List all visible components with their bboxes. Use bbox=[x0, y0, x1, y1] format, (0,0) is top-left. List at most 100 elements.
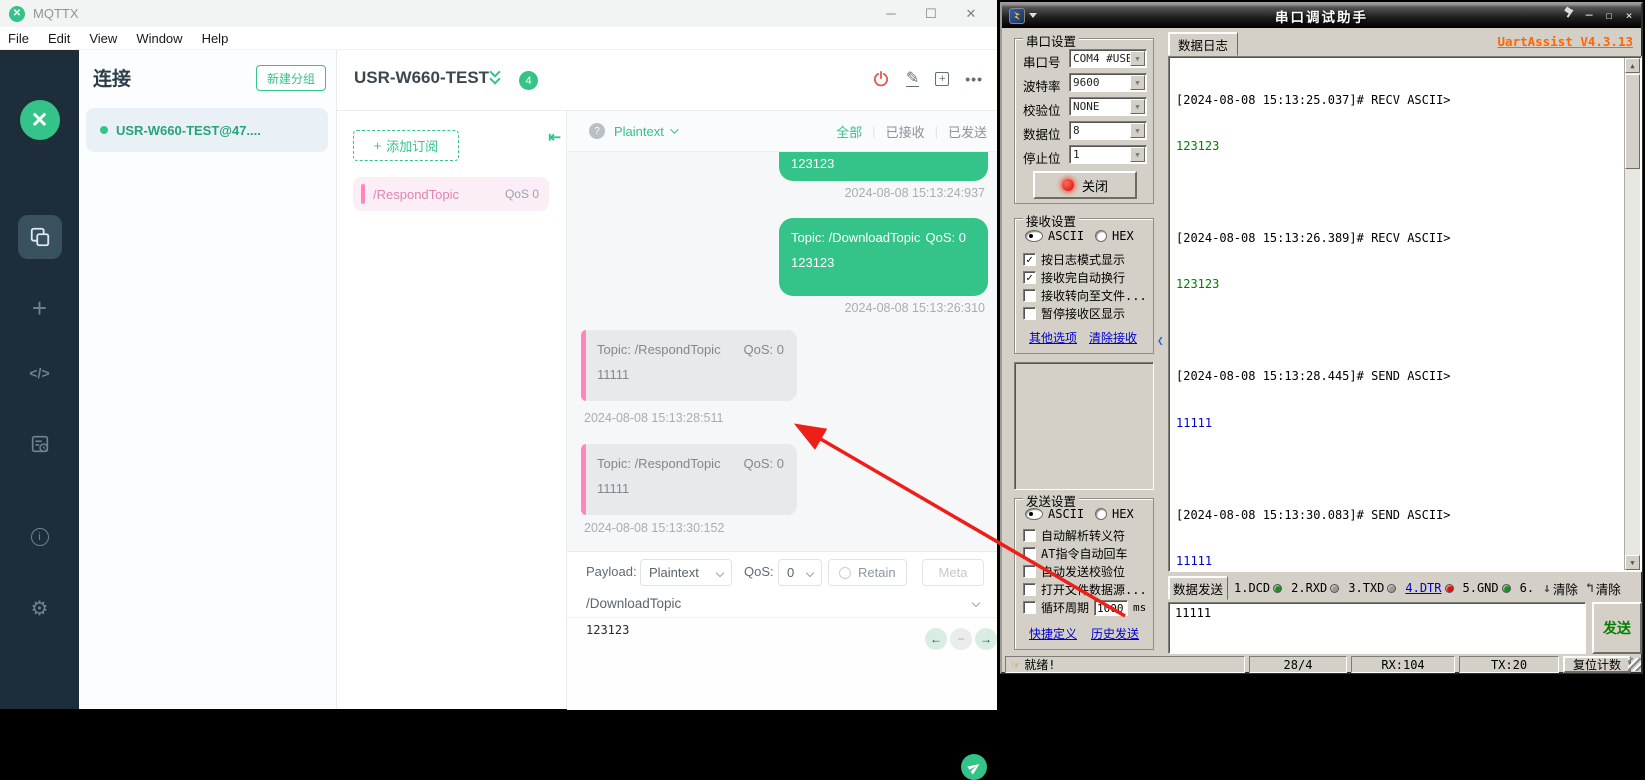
new-window-icon[interactable]: + bbox=[935, 72, 949, 86]
sidebar-item-connections[interactable] bbox=[18, 215, 62, 259]
checkbox-loop-period[interactable]: 循环周期 1000 ms bbox=[1023, 599, 1146, 616]
maximize-button[interactable]: ☐ bbox=[1601, 7, 1617, 23]
sysmenu-caret-icon[interactable] bbox=[1029, 13, 1037, 18]
filter-tab-all[interactable]: 全部 bbox=[836, 122, 862, 141]
uartassist-version-link[interactable]: UartAssist V4.3.13 bbox=[1498, 34, 1633, 49]
new-group-button[interactable]: 新建分组 bbox=[256, 65, 326, 91]
menu-edit[interactable]: Edit bbox=[46, 31, 72, 46]
minimize-button[interactable]: ─ bbox=[1581, 7, 1597, 23]
add-subscription-button[interactable]: + 添加订阅 bbox=[353, 130, 459, 161]
other-options-link[interactable]: 其他选项 bbox=[1029, 329, 1077, 346]
history-send-link[interactable]: 历史发送 bbox=[1091, 625, 1139, 642]
sidebar-item-log[interactable] bbox=[29, 433, 51, 460]
checkbox-parse-escape[interactable]: 自动解析转义符 bbox=[1023, 527, 1125, 544]
history-forward-icon[interactable]: → bbox=[975, 628, 997, 650]
baud-combo[interactable]: 9600▼ bbox=[1069, 73, 1147, 92]
more-options-icon[interactable]: ••• bbox=[965, 71, 983, 87]
filter-tab-received[interactable]: 已接收 bbox=[886, 122, 925, 141]
log-scrollbar[interactable]: ▲ ▼ bbox=[1624, 58, 1640, 570]
port-combo[interactable]: COM4 #USB▼ bbox=[1069, 49, 1147, 68]
chevron-down-icon[interactable] bbox=[972, 599, 980, 607]
send-ascii-radio[interactable]: ASCII bbox=[1025, 507, 1084, 521]
history-back-icon[interactable]: ← bbox=[925, 628, 947, 650]
help-question-icon[interactable]: ? bbox=[589, 123, 605, 139]
dropdown-arrow-icon[interactable]: ▼ bbox=[1130, 75, 1145, 90]
sent-message-bubble[interactable]: Topic: /DownloadTopic QoS: 0 123123 bbox=[779, 218, 988, 296]
send-message-button[interactable] bbox=[961, 754, 987, 780]
loop-period-input[interactable]: 1000 bbox=[1094, 600, 1128, 616]
data-log-area[interactable]: [2024-08-08 15:13:25.037]# RECV ASCII> 1… bbox=[1168, 56, 1642, 572]
menu-window[interactable]: Window bbox=[134, 31, 184, 46]
shortcut-define-link[interactable]: 快捷定义 bbox=[1029, 625, 1077, 642]
parity-combo[interactable]: NONE▼ bbox=[1069, 97, 1147, 116]
clear-receive-link[interactable]: 清除接收 bbox=[1089, 329, 1137, 346]
settings-gear-icon[interactable]: ⚙ bbox=[31, 596, 49, 621]
close-button[interactable]: ✕ bbox=[951, 0, 991, 27]
collapse-panel-arrow-icon[interactable]: ❮ bbox=[1157, 330, 1165, 352]
topic-color-bar bbox=[361, 184, 365, 204]
retain-toggle[interactable]: Retain bbox=[828, 559, 907, 586]
checkbox-redirect-file[interactable]: 接收转向至文件... bbox=[1023, 287, 1147, 304]
payload-type-select[interactable]: Plaintext bbox=[640, 559, 732, 586]
recv-ascii-radio[interactable]: ASCII bbox=[1025, 229, 1084, 243]
pin-on-top-icon[interactable] bbox=[1563, 8, 1577, 22]
paper-plane-icon bbox=[965, 758, 983, 776]
publish-topic-input[interactable]: /DownloadTopic bbox=[586, 596, 681, 611]
clear-receive-button[interactable]: ↓清除 bbox=[1543, 579, 1578, 598]
close-port-button[interactable]: 关闭 bbox=[1033, 171, 1137, 199]
close-button[interactable]: × bbox=[1621, 7, 1637, 23]
maximize-button[interactable]: ☐ bbox=[911, 0, 951, 27]
edit-pencil-icon[interactable]: ✎ bbox=[906, 72, 919, 87]
messages-list[interactable]: 123123 2024-08-08 15:13:24:937 Topic: /D… bbox=[567, 152, 997, 551]
filter-tab-sent[interactable]: 已发送 bbox=[948, 122, 987, 141]
received-message-bubble[interactable]: Topic: /RespondTopic QoS: 0 11111 bbox=[581, 330, 797, 401]
dropdown-arrow-icon[interactable]: ▼ bbox=[1130, 51, 1145, 66]
scroll-down-icon[interactable]: ▼ bbox=[1625, 555, 1640, 570]
meta-button[interactable]: Meta bbox=[922, 559, 984, 586]
minimize-button[interactable]: ─ bbox=[871, 0, 911, 27]
sidebar-item-scripts[interactable]: </> bbox=[29, 365, 49, 381]
checkbox-at-cr[interactable]: AT指令自动回车 bbox=[1023, 545, 1127, 562]
about-icon[interactable]: i bbox=[31, 528, 49, 546]
menu-help[interactable]: Help bbox=[200, 31, 231, 46]
dropdown-arrow-icon[interactable]: ▼ bbox=[1130, 123, 1145, 138]
history-remove-icon[interactable]: − bbox=[950, 628, 972, 650]
data-log-tab[interactable]: 数据日志 bbox=[1168, 32, 1238, 56]
send-text-input[interactable]: 11111 bbox=[1168, 602, 1586, 654]
dropdown-arrow-icon[interactable]: ▼ bbox=[1130, 147, 1145, 162]
dropdown-arrow-icon[interactable]: ▼ bbox=[1130, 99, 1145, 114]
checkbox-log-mode[interactable]: ✓按日志模式显示 bbox=[1023, 251, 1125, 268]
connection-list-item[interactable]: USR-W660-TEST@47.... bbox=[86, 108, 328, 152]
databits-combo[interactable]: 8▼ bbox=[1069, 121, 1147, 140]
menu-view[interactable]: View bbox=[87, 31, 119, 46]
qos-select[interactable]: 0 bbox=[778, 559, 822, 586]
checkbox-pause-display[interactable]: 暂停接收区显示 bbox=[1023, 305, 1125, 322]
send-button[interactable]: 发送 bbox=[1592, 602, 1642, 654]
subscribed-topic-item[interactable]: /RespondTopic QoS 0 bbox=[353, 177, 549, 211]
payload-editor[interactable]: 123123 ← − → bbox=[567, 618, 997, 710]
scroll-up-icon[interactable]: ▲ bbox=[1625, 58, 1640, 73]
new-connection-button[interactable]: + bbox=[32, 293, 47, 324]
menu-file[interactable]: File bbox=[6, 31, 31, 46]
connection-header: USR-W660-TEST 4 ✎ + ••• bbox=[337, 50, 997, 111]
resize-grip[interactable] bbox=[1628, 658, 1641, 671]
checkbox-auto-checksum[interactable]: 自动发送校验位 bbox=[1023, 563, 1125, 580]
checkbox-auto-newline[interactable]: ✓接收完自动换行 bbox=[1023, 269, 1125, 286]
scrollbar-thumb[interactable] bbox=[1625, 74, 1640, 169]
recv-hex-radio[interactable]: HEX bbox=[1095, 229, 1134, 243]
checkbox-file-source[interactable]: 打开文件数据源... bbox=[1023, 581, 1147, 598]
stopbits-combo[interactable]: 1▼ bbox=[1069, 145, 1147, 164]
connections-panel: 连接 新建分组 USR-W660-TEST@47.... bbox=[79, 50, 337, 709]
disconnect-power-icon[interactable] bbox=[872, 70, 890, 88]
reset-count-button[interactable]: 复位计数 bbox=[1563, 656, 1631, 673]
pin-dtr[interactable]: 4.DTR bbox=[1405, 581, 1453, 595]
payload-type-dropdown[interactable]: Plaintext bbox=[614, 124, 664, 139]
app-icon[interactable] bbox=[1009, 8, 1025, 24]
collapse-panel-icon[interactable]: ⇤ bbox=[548, 128, 561, 146]
sent-message-bubble[interactable]: 123123 bbox=[779, 152, 988, 181]
clear-send-button[interactable]: ↰清除 bbox=[1586, 579, 1621, 598]
data-send-tab[interactable]: 数据发送 bbox=[1168, 576, 1228, 600]
chevron-double-down-icon[interactable] bbox=[489, 68, 503, 88]
send-hex-radio[interactable]: HEX bbox=[1095, 507, 1134, 521]
received-message-bubble[interactable]: Topic: /RespondTopic QoS: 0 11111 bbox=[581, 444, 797, 515]
